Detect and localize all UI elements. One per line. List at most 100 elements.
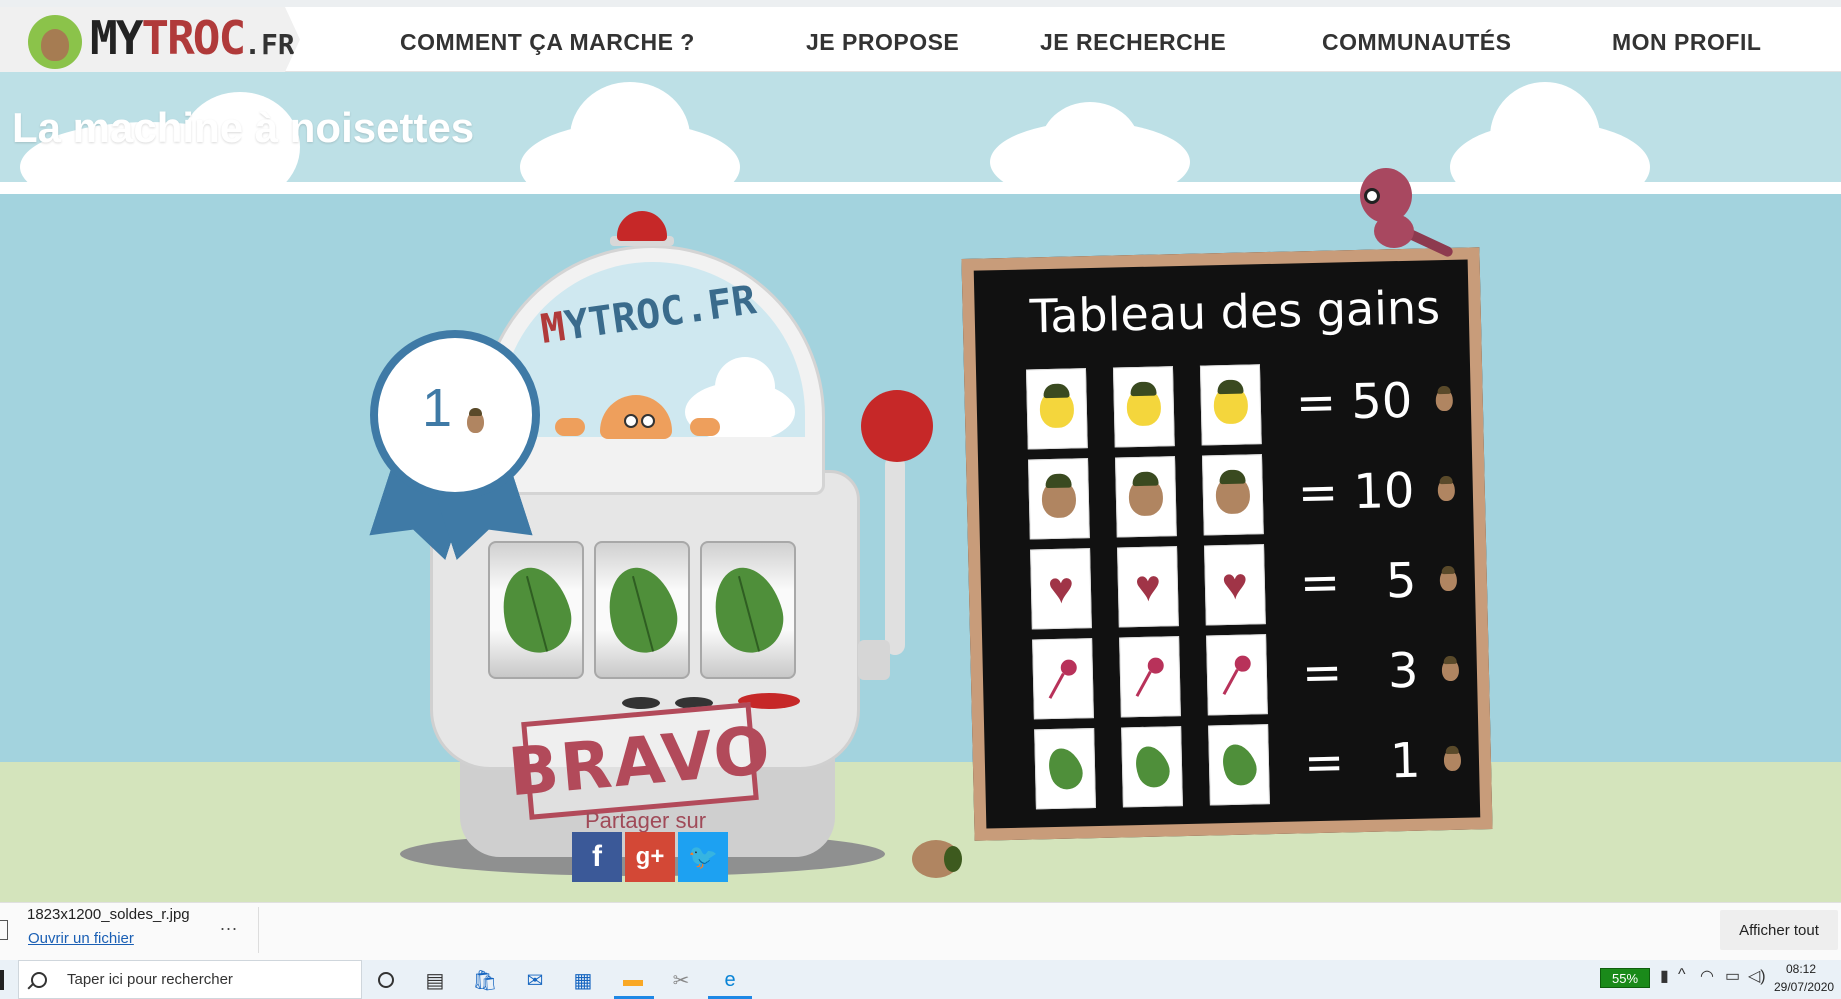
reel-1	[488, 541, 584, 679]
cloud	[570, 82, 690, 182]
open-file-link[interactable]: Ouvrir un fichier	[28, 930, 134, 947]
yellow-acorn-icon	[1039, 389, 1075, 429]
cat-eye	[624, 414, 638, 428]
file-explorer-icon[interactable]: ▬	[618, 965, 648, 995]
cat-paw	[555, 418, 585, 436]
page-title: La machine à noisettes	[12, 104, 475, 151]
cat-eye	[641, 414, 655, 428]
winnings-board: Tableau des gains = 50 = 10 ♥ ♥ ♥ = 5 = …	[961, 247, 1493, 841]
cloud	[715, 357, 775, 417]
ground	[0, 762, 1841, 902]
reel-3	[700, 541, 796, 679]
leaf-icon	[1042, 743, 1088, 795]
cortana-icon[interactable]	[371, 965, 401, 995]
snipping-tool-icon[interactable]: ✂	[666, 965, 696, 995]
gain-value: = 1	[1303, 732, 1422, 792]
start-button[interactable]	[0, 970, 4, 990]
gain-row: = 50	[1025, 360, 1454, 450]
mail-icon[interactable]: ✉	[520, 965, 550, 995]
gain-value: = 50	[1295, 372, 1413, 432]
gain-value: = 10	[1297, 462, 1416, 522]
twitter-glyph: 🐦	[688, 843, 718, 871]
lever-stick[interactable]	[885, 455, 905, 655]
file-icon	[0, 920, 8, 940]
symbol-card: ♥	[1030, 548, 1092, 630]
nav-profile[interactable]: MON PROFIL	[1612, 29, 1761, 56]
mascot-icon	[28, 15, 82, 69]
calculator-icon[interactable]: ▦	[568, 965, 598, 995]
network-icon[interactable]: ▭	[1725, 966, 1740, 986]
nut-count: 1	[421, 378, 453, 438]
twitter-icon[interactable]: 🐦	[678, 832, 728, 882]
symbol-card	[1121, 726, 1183, 808]
google-plus-glyph: g+	[635, 843, 665, 870]
hazelnut-icon	[912, 840, 962, 878]
hazelnut-icon	[1441, 658, 1460, 682]
leaf-icon	[598, 559, 686, 661]
gain-row: = 10	[1028, 450, 1456, 540]
share-label: Partager sur	[585, 808, 707, 833]
store-icon[interactable]: 🛍	[470, 965, 500, 995]
google-plus-icon[interactable]: g+	[625, 832, 675, 882]
hazelnut-icon	[467, 408, 484, 433]
nav-communities[interactable]: COMMUNAUTÉS	[1322, 29, 1512, 56]
battery-indicator[interactable]: 55%	[1600, 968, 1650, 988]
task-view-icon[interactable]: ▤	[420, 965, 450, 995]
search-icon	[31, 971, 47, 988]
nav-search[interactable]: JE RECHERCHE	[1040, 29, 1226, 56]
logo[interactable]: MYTROC.FR	[0, 7, 300, 72]
symbol-card	[1206, 634, 1268, 716]
bravo-text: BRAVO	[505, 711, 775, 811]
facebook-icon[interactable]: f	[572, 832, 622, 882]
cloud	[1490, 82, 1600, 182]
logo-text-troc: TROC	[141, 11, 246, 65]
brown-acorn-icon	[1215, 475, 1251, 515]
symbol-card	[1032, 638, 1094, 720]
brown-acorn-icon	[1041, 479, 1077, 519]
gain-row: = 3	[1032, 630, 1460, 720]
symbol-card	[1119, 636, 1181, 718]
taskbar-search[interactable]: Taper ici pour rechercher	[18, 960, 362, 999]
symbol-card	[1199, 364, 1262, 446]
gain-value: = 3	[1301, 642, 1420, 702]
site-header: MYTROC.FR COMMENT ÇA MARCHE ? JE PROPOSE…	[0, 0, 1841, 72]
cat-paw	[690, 418, 720, 436]
leaf-icon	[492, 559, 580, 661]
machine-button	[622, 697, 660, 709]
symbol-card	[1208, 724, 1270, 806]
yellow-acorn-icon	[1213, 385, 1249, 425]
bird-eye	[1364, 188, 1380, 204]
logo-text-fr: .FR	[244, 28, 295, 61]
symbol-card	[1034, 728, 1096, 810]
logo-text: MYTROC.FR	[90, 11, 295, 65]
symbol-card	[1201, 454, 1264, 536]
logo-text-my: MY	[90, 11, 143, 65]
symbol-card: ♥	[1204, 544, 1266, 626]
facebook-glyph: f	[592, 840, 602, 873]
more-options-button[interactable]: ...	[220, 914, 238, 935]
clock-date[interactable]: 29/07/2020	[1774, 980, 1834, 994]
heart-icon: ♥	[1221, 559, 1249, 610]
gain-row: ♥ ♥ ♥ = 5	[1030, 540, 1458, 630]
board-title: Tableau des gains	[1029, 280, 1441, 344]
hazelnut-icon	[1443, 748, 1462, 772]
yellow-acorn-icon	[1126, 387, 1162, 427]
divider	[258, 907, 259, 953]
show-all-button[interactable]: Afficher tout	[1720, 910, 1838, 950]
nav-how-it-works[interactable]: COMMENT ÇA MARCHE ?	[400, 29, 695, 56]
download-file-name[interactable]: 1823x1200_soldes_r.jpg	[27, 906, 190, 923]
symbol-card	[1115, 456, 1177, 538]
brown-acorn-icon	[1128, 477, 1164, 517]
clock-time[interactable]: 08:12	[1786, 962, 1816, 976]
wifi-icon[interactable]: ◠	[1700, 966, 1714, 986]
gain-value: = 5	[1299, 552, 1418, 612]
edge-icon[interactable]: e	[715, 965, 745, 995]
chevron-up-icon[interactable]: ^	[1678, 966, 1686, 984]
lever-handle[interactable]	[861, 390, 933, 462]
volume-icon[interactable]: ◁)	[1748, 966, 1766, 986]
pin-icon	[1134, 655, 1167, 698]
nav-propose[interactable]: JE PROPOSE	[806, 29, 959, 56]
battery-icon[interactable]: ▮	[1660, 966, 1669, 986]
bravo-stamp: BRAVO	[505, 702, 775, 820]
hazelnut-icon	[1435, 388, 1454, 412]
